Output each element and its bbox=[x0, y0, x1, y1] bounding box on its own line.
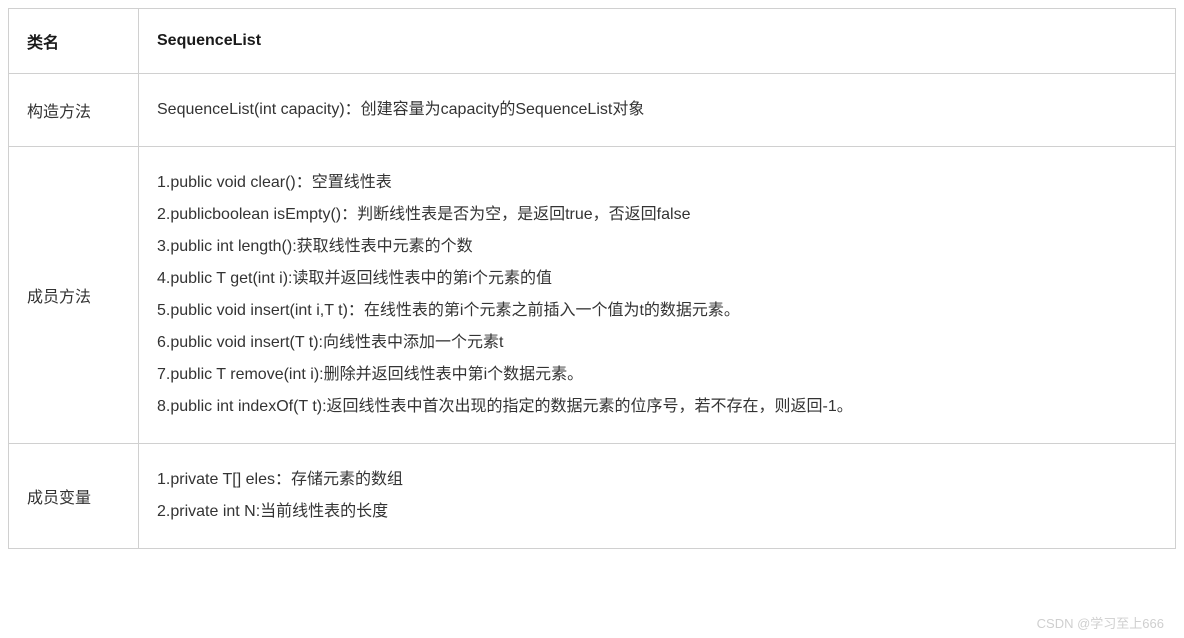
line-text: SequenceList(int capacity)：创建容量为capacity… bbox=[157, 94, 1157, 126]
row-label: 构造方法 bbox=[9, 74, 139, 147]
line-text: 5.public void insert(int i,T t)：在线性表的第i个… bbox=[157, 295, 1157, 327]
table-row: 成员变量 1.private T[] eles：存储元素的数组 2.privat… bbox=[9, 444, 1176, 549]
header-value: SequenceList bbox=[139, 9, 1176, 74]
row-content: 1.public void clear()：空置线性表 2.publicbool… bbox=[139, 147, 1176, 444]
table-header-row: 类名 SequenceList bbox=[9, 9, 1176, 74]
line-text: 2.private int N:当前线性表的长度 bbox=[157, 496, 1157, 528]
api-table: 类名 SequenceList 构造方法 SequenceList(int ca… bbox=[8, 8, 1176, 549]
line-text: 6.public void insert(T t):向线性表中添加一个元素t bbox=[157, 327, 1157, 359]
row-label: 成员变量 bbox=[9, 444, 139, 549]
line-text: 2.publicboolean isEmpty()：判断线性表是否为空，是返回t… bbox=[157, 199, 1157, 231]
line-text: 7.public T remove(int i):删除并返回线性表中第i个数据元… bbox=[157, 359, 1157, 391]
row-lines: 1.public void clear()：空置线性表 2.publicbool… bbox=[157, 167, 1157, 423]
table-row: 成员方法 1.public void clear()：空置线性表 2.publi… bbox=[9, 147, 1176, 444]
line-text: 4.public T get(int i):读取并返回线性表中的第i个元素的值 bbox=[157, 263, 1157, 295]
watermark-text: CSDN @学习至上666 bbox=[1037, 613, 1164, 632]
row-content: SequenceList(int capacity)：创建容量为capacity… bbox=[139, 74, 1176, 147]
line-text: 3.public int length():获取线性表中元素的个数 bbox=[157, 231, 1157, 263]
row-label: 成员方法 bbox=[9, 147, 139, 444]
header-label: 类名 bbox=[9, 9, 139, 74]
line-text: 1.public void clear()：空置线性表 bbox=[157, 167, 1157, 199]
row-content: 1.private T[] eles：存储元素的数组 2.private int… bbox=[139, 444, 1176, 549]
row-lines: 1.private T[] eles：存储元素的数组 2.private int… bbox=[157, 464, 1157, 528]
row-lines: SequenceList(int capacity)：创建容量为capacity… bbox=[157, 94, 1157, 126]
line-text: 1.private T[] eles：存储元素的数组 bbox=[157, 464, 1157, 496]
line-text: 8.public int indexOf(T t):返回线性表中首次出现的指定的… bbox=[157, 391, 1157, 423]
table-row: 构造方法 SequenceList(int capacity)：创建容量为cap… bbox=[9, 74, 1176, 147]
